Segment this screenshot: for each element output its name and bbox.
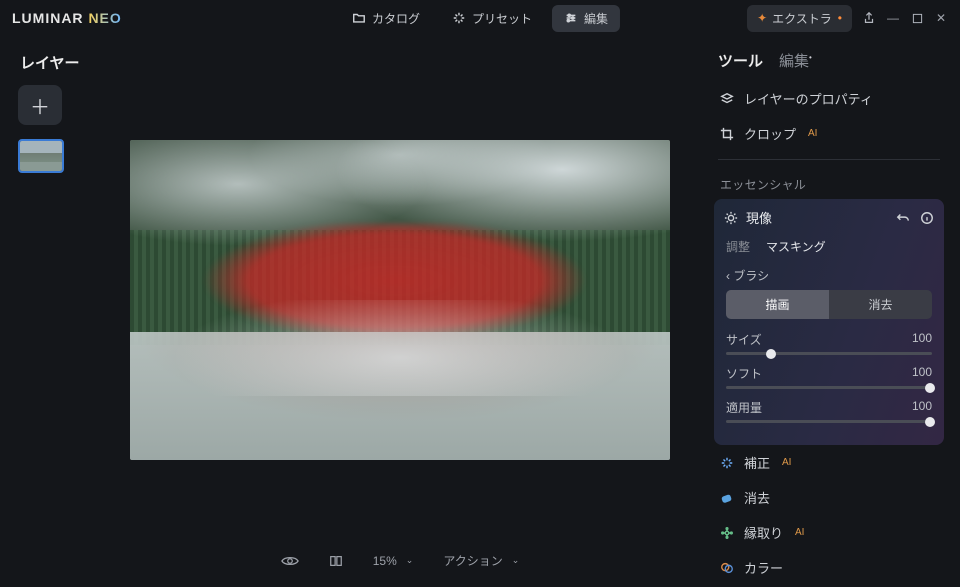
slider-amount-value: 100 — [912, 399, 932, 416]
tool-color[interactable]: カラー — [712, 550, 946, 585]
slider-size-value: 100 — [912, 331, 932, 348]
slider-size-label: サイズ — [726, 331, 762, 348]
nav-catalog[interactable]: カタログ — [340, 5, 432, 32]
sliders-icon — [564, 11, 578, 25]
puzzle-icon: ✦ — [757, 11, 767, 25]
ai-badge: AI — [808, 128, 817, 139]
nav-catalog-label: カタログ — [372, 10, 420, 27]
tool-erase[interactable]: 消去 — [712, 480, 946, 515]
slider-soft-track[interactable] — [726, 386, 932, 389]
divider — [718, 159, 940, 160]
edit-indicator-dot: • — [809, 53, 812, 62]
ai-badge: AI — [795, 527, 804, 538]
add-layer-button[interactable]: ＋ — [18, 85, 62, 125]
slider-size-thumb[interactable] — [766, 349, 776, 359]
tool-enhance-label: 補正 — [744, 453, 770, 472]
slider-amount-track[interactable] — [726, 420, 932, 423]
tab-edit[interactable]: 編集• — [779, 50, 812, 71]
extras-button[interactable]: ✦ エクストラ • — [747, 5, 852, 32]
tool-layer-properties-label: レイヤーのプロパティ — [744, 89, 873, 108]
slider-amount-thumb[interactable] — [925, 417, 935, 427]
app-logo: LUMINAR NEO — [12, 10, 122, 26]
brush-mode-erase[interactable]: 消去 — [829, 290, 932, 319]
layers-panel: レイヤー ＋ — [0, 36, 90, 587]
eraser-icon — [720, 491, 734, 505]
tool-enhance[interactable]: 補正 AI — [712, 445, 946, 480]
zoom-level[interactable]: 15% ⌄ — [367, 550, 420, 572]
thumbnail-image — [20, 141, 62, 171]
tab-tools[interactable]: ツール — [718, 50, 763, 71]
slider-size-track[interactable] — [726, 352, 932, 355]
window-minimize[interactable]: — — [886, 11, 900, 25]
titlebar: LUMINAR NEO カタログ プリセット 編集 ✦ エクストラ • — ✕ — [0, 0, 960, 36]
essentials-section-label: エッセンシャル — [712, 168, 946, 199]
develop-title: 現像 — [746, 208, 772, 227]
brush-mode-draw[interactable]: 描画 — [726, 290, 829, 319]
logo-accent: NEO — [88, 10, 121, 26]
nav-presets-label: プリセット — [472, 10, 532, 27]
layers-icon — [720, 92, 734, 106]
nav-edit-label: 編集 — [584, 10, 608, 27]
actions-label: アクション — [443, 552, 502, 569]
extras-notification-dot: • — [838, 11, 842, 25]
zoom-value: 15% — [373, 554, 397, 568]
ai-badge: AI — [782, 457, 791, 468]
develop-subtabs: 調整 マスキング — [714, 236, 944, 263]
structure-icon — [720, 526, 734, 540]
slider-soft-value: 100 — [912, 365, 932, 382]
actions-menu[interactable]: アクション ⌄ — [437, 548, 525, 573]
tool-crop[interactable]: クロップ AI — [712, 116, 946, 151]
slider-soft-label: ソフト — [726, 365, 762, 382]
slider-size: サイズ 100 — [726, 331, 932, 355]
slider-soft-thumb[interactable] — [925, 383, 935, 393]
tools-panel: ツール 編集• レイヤーのプロパティ クロップ AI エッセンシャル 現像 調整 … — [708, 36, 960, 587]
subtab-adjust[interactable]: 調整 — [726, 238, 750, 255]
logo-main: LUMINAR — [12, 10, 84, 26]
tool-structure[interactable]: 縁取り AI — [712, 515, 946, 550]
nav-presets[interactable]: プリセット — [440, 5, 544, 32]
sparkle-icon — [720, 456, 734, 470]
chevron-down-icon: ⌄ — [512, 555, 520, 566]
image-canvas[interactable] — [130, 140, 670, 460]
window-close[interactable]: ✕ — [934, 11, 948, 25]
tool-crop-label: クロップ — [744, 124, 796, 143]
slider-amount-label: 適用量 — [726, 399, 762, 416]
toggle-visibility[interactable] — [275, 551, 305, 571]
chevron-down-icon: ⌄ — [406, 555, 414, 566]
layers-title: レイヤー — [0, 36, 90, 85]
develop-header[interactable]: 現像 — [714, 199, 944, 236]
share-icon[interactable] — [862, 11, 876, 25]
window-maximize[interactable] — [910, 11, 924, 25]
slider-soft: ソフト 100 — [726, 365, 932, 389]
nav-edit[interactable]: 編集 — [552, 5, 620, 32]
main-nav: カタログ プリセット 編集 — [340, 5, 620, 32]
info-icon[interactable] — [920, 211, 934, 225]
subtab-masking[interactable]: マスキング — [766, 238, 826, 255]
slider-amount: 適用量 100 — [726, 399, 932, 423]
brush-back-button[interactable]: ‹ ブラシ — [726, 267, 932, 290]
layer-thumbnail[interactable] — [18, 139, 64, 173]
undo-icon[interactable] — [896, 211, 910, 225]
tool-layer-properties[interactable]: レイヤーのプロパティ — [712, 81, 946, 116]
folder-icon — [352, 11, 366, 25]
extras-label: エクストラ — [772, 10, 832, 27]
canvas-fog-lower — [130, 300, 670, 396]
viewer-bottom-bar: 15% ⌄ アクション ⌄ — [130, 548, 670, 573]
brush-controls: ‹ ブラシ 描画 消去 サイズ 100 ソフト 100 適用量 100 — [714, 263, 944, 445]
compare-button[interactable] — [323, 550, 349, 572]
tool-develop-expanded: 現像 調整 マスキング ‹ ブラシ 描画 消去 サイズ 100 ソフト 100 — [714, 199, 944, 445]
right-panel-tabs: ツール 編集• — [712, 36, 946, 81]
tool-structure-label: 縁取り — [744, 523, 783, 542]
develop-header-actions — [896, 211, 934, 225]
crop-icon — [720, 127, 734, 141]
brush-mode-segment: 描画 消去 — [726, 290, 932, 319]
sun-icon — [724, 211, 738, 225]
tool-erase-label: 消去 — [744, 488, 770, 507]
tool-color-label: カラー — [744, 558, 783, 577]
color-icon — [720, 561, 734, 575]
sparkle-icon — [452, 11, 466, 25]
titlebar-right: ✦ エクストラ • — ✕ — [747, 5, 948, 32]
